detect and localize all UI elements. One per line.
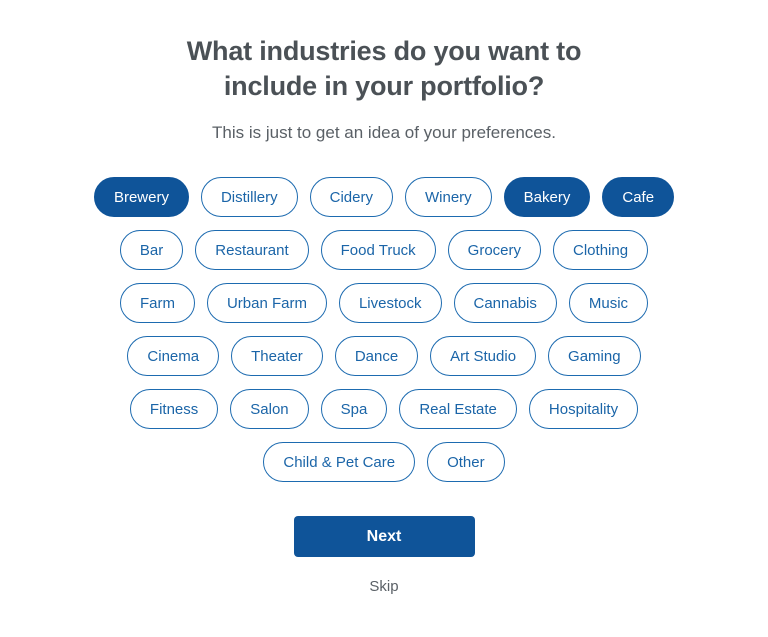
industry-chip-group: Brewery Distillery Cidery Winery Bakery Cafe B…	[93, 177, 675, 482]
industry-chip[interactable]: Spa	[320, 389, 388, 429]
industry-chip[interactable]: Salon	[230, 389, 309, 429]
industry-chip[interactable]: Gaming	[548, 336, 641, 376]
industry-chip[interactable]: Clothing	[553, 230, 649, 270]
onboarding-industry-screen: What industries do you want to include i…	[0, 0, 768, 637]
industry-chip[interactable]: Cafe	[602, 177, 675, 217]
page-title: What industries do you want to include i…	[186, 36, 582, 101]
industry-chip[interactable]: Food Truck	[320, 230, 436, 270]
industry-chip[interactable]: Bakery	[503, 177, 591, 217]
industry-chip[interactable]: Distillery	[200, 177, 298, 217]
skip-link[interactable]: Skip	[363, 577, 404, 596]
chip-row: Farm Urban Farm Livestock Cannabis Music	[94, 283, 674, 323]
chip-row: Brewery Distillery Cidery Winery Bakery Cafe	[93, 177, 675, 217]
industry-chip[interactable]: Cidery	[309, 177, 393, 217]
industry-chip[interactable]: Cinema	[127, 336, 220, 376]
industry-chip[interactable]: Music	[568, 283, 649, 323]
industry-chip[interactable]: Dance	[334, 336, 419, 376]
industry-chip[interactable]: Winery	[405, 177, 492, 217]
industry-chip[interactable]: Fitness	[129, 389, 219, 429]
industry-chip[interactable]: Hospitality	[528, 389, 639, 429]
chip-row: Child & Pet Care Other	[94, 442, 674, 482]
industry-chip[interactable]: Restaurant	[195, 230, 309, 270]
industry-chip[interactable]: Cannabis	[453, 283, 557, 323]
action-area: Next Skip	[293, 516, 475, 596]
industry-chip[interactable]: Brewery	[93, 177, 189, 217]
industry-chip[interactable]: Grocery	[447, 230, 542, 270]
industry-chip[interactable]: Real Estate	[399, 389, 517, 429]
industry-chip[interactable]: Bar	[119, 230, 184, 270]
industry-chip[interactable]: Child & Pet Care	[263, 442, 416, 482]
industry-chip[interactable]: Livestock	[338, 283, 442, 323]
industry-chip[interactable]: Farm	[119, 283, 195, 323]
industry-chip[interactable]: Urban Farm	[206, 283, 327, 323]
chip-row: Bar Restaurant Food Truck Grocery Clothing	[94, 230, 674, 270]
industry-chip[interactable]: Art Studio	[430, 336, 537, 376]
page-subtitle: This is just to get an idea of your pref…	[212, 123, 556, 142]
industry-chip[interactable]: Theater	[231, 336, 323, 376]
chip-row: Fitness Salon Spa Real Estate Hospitality	[94, 389, 674, 429]
industry-chip[interactable]: Other	[427, 442, 505, 482]
next-button[interactable]: Next	[293, 516, 475, 557]
chip-row: Cinema Theater Dance Art Studio Gaming	[94, 336, 674, 376]
